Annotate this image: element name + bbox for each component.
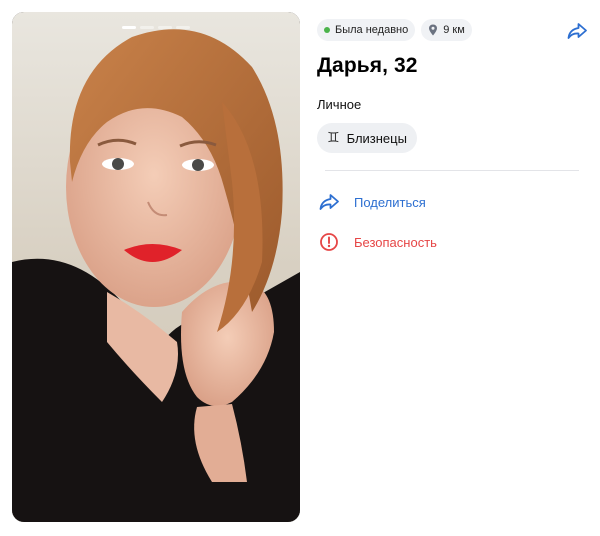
warning-circle-icon xyxy=(320,233,338,251)
gemini-icon: ♊ xyxy=(327,130,340,146)
photo-image xyxy=(12,12,300,522)
safety-label: Безопасность xyxy=(354,234,437,250)
distance-badge: 9 км xyxy=(421,19,472,41)
zodiac-label: Близнецы xyxy=(346,130,407,146)
pagination-dot[interactable] xyxy=(158,26,172,29)
online-dot-icon xyxy=(324,27,330,33)
safety-button[interactable]: Безопасность xyxy=(318,232,587,252)
zodiac-chip: ♊ Близнецы xyxy=(317,123,417,153)
profile-photo[interactable] xyxy=(12,12,300,522)
profile-info: Была недавно 9 км Дарья, 32 Личное ♊ Бли… xyxy=(317,19,587,252)
online-status-badge: Была недавно xyxy=(317,19,416,41)
online-status-text: Была недавно xyxy=(335,24,409,36)
pagination-dot[interactable] xyxy=(122,26,136,29)
distance-text: 9 км xyxy=(443,24,465,36)
profile-name: Дарья, 32 xyxy=(317,54,418,77)
divider xyxy=(325,170,579,171)
location-pin-icon xyxy=(429,24,438,36)
pagination-dot[interactable] xyxy=(176,26,190,29)
photo-pagination xyxy=(12,26,300,29)
section-label-personal: Личное xyxy=(317,97,362,112)
share-button[interactable]: Поделиться xyxy=(318,192,587,212)
share-icon[interactable] xyxy=(566,21,588,41)
share-label: Поделиться xyxy=(354,194,426,210)
share-icon xyxy=(319,194,339,210)
status-row: Была недавно 9 км xyxy=(317,19,587,41)
pagination-dot[interactable] xyxy=(140,26,154,29)
